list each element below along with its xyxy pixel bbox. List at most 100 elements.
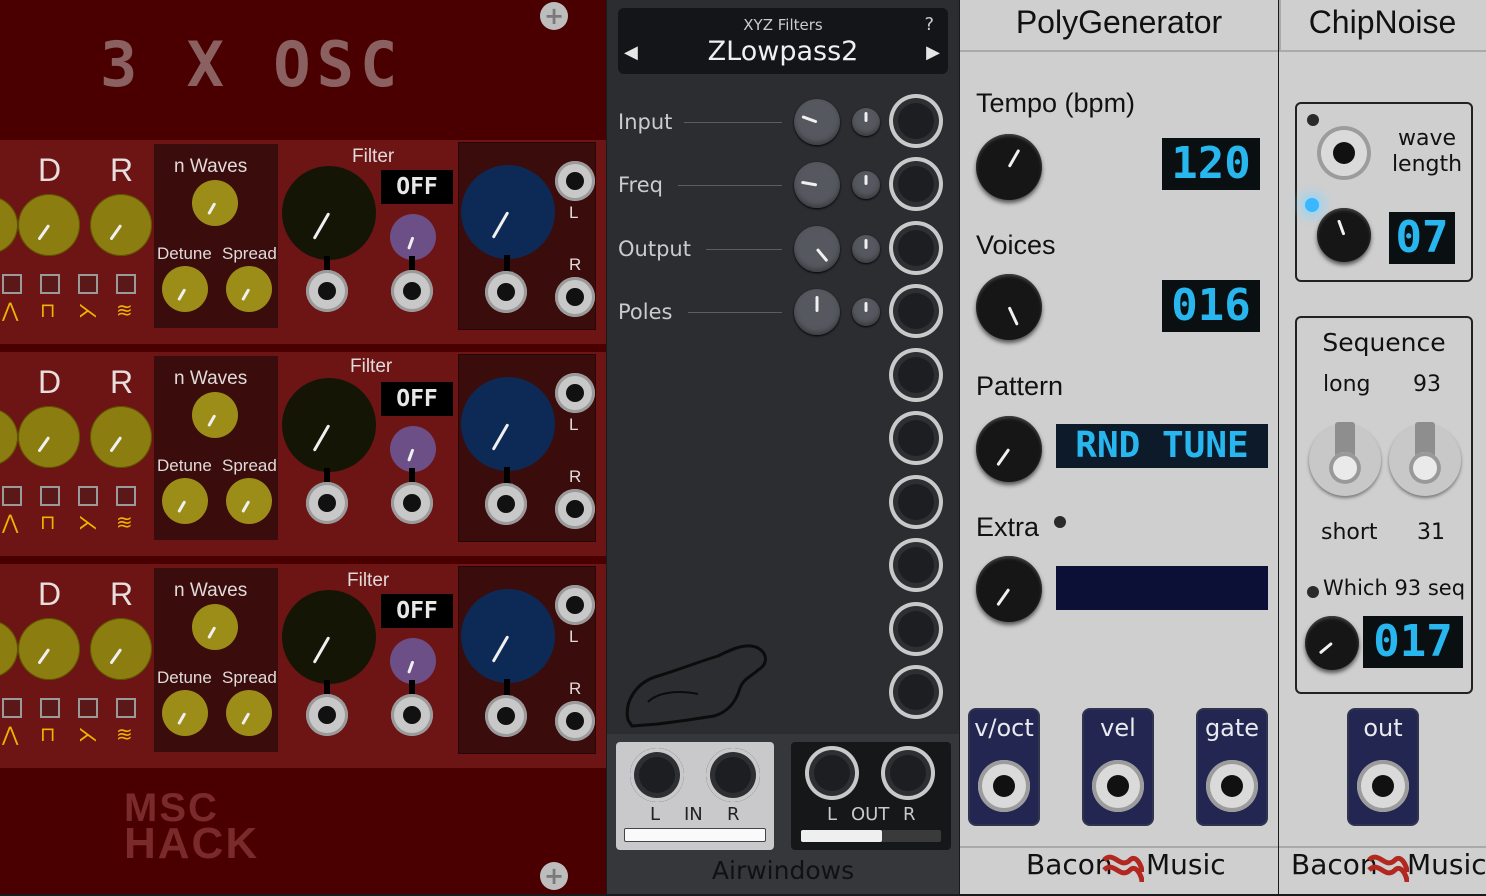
spread-knob[interactable] — [226, 478, 272, 524]
help-icon[interactable]: ? — [924, 14, 934, 35]
wave-toggle-4[interactable] — [116, 698, 136, 718]
freq-attenuator[interactable] — [852, 171, 880, 199]
decay-knob[interactable] — [18, 618, 80, 680]
attack-knob[interactable] — [0, 196, 18, 254]
freq-knob[interactable] — [794, 162, 840, 208]
left-output-jack[interactable] — [805, 746, 859, 800]
wave-toggle-4[interactable] — [116, 274, 136, 294]
extra-cv-jack[interactable] — [889, 475, 943, 529]
filter-resonance-knob[interactable] — [390, 426, 436, 472]
filter-toggle-button[interactable]: OFF — [381, 594, 453, 628]
filter-cv-jack[interactable] — [306, 482, 348, 524]
level-cv-jack[interactable] — [485, 695, 527, 737]
wave-toggle-1[interactable] — [2, 698, 22, 718]
level-knob[interactable] — [461, 377, 555, 471]
voices-knob[interactable] — [976, 274, 1042, 340]
filter-cutoff-knob[interactable] — [282, 590, 376, 684]
spread-knob[interactable] — [226, 266, 272, 312]
gate-output-jack[interactable] — [1206, 760, 1258, 812]
attack-knob[interactable] — [0, 408, 18, 466]
release-knob[interactable] — [90, 406, 152, 468]
extra-cv-jack[interactable] — [889, 538, 943, 592]
filter-toggle-button[interactable]: OFF — [381, 382, 453, 416]
left-input-jack[interactable] — [630, 748, 684, 802]
resonance-cv-jack[interactable] — [391, 270, 433, 312]
output-attenuator[interactable] — [852, 235, 880, 263]
spread-label: Spread — [222, 668, 277, 687]
filter-cutoff-knob[interactable] — [282, 378, 376, 472]
wave-toggle-2[interactable] — [40, 274, 60, 294]
attack-knob[interactable] — [0, 620, 18, 678]
poles-knob[interactable] — [794, 289, 840, 335]
input-attenuator[interactable] — [852, 108, 880, 136]
level-knob[interactable] — [461, 165, 555, 259]
extra-cv-jack[interactable] — [889, 348, 943, 402]
output-cv-jack[interactable] — [889, 221, 943, 275]
extra-knob[interactable] — [976, 556, 1042, 622]
left-output-jack[interactable] — [555, 373, 595, 413]
wave-toggle-3[interactable] — [78, 698, 98, 718]
right-output-jack[interactable] — [881, 746, 935, 800]
wave-toggle-2[interactable] — [40, 486, 60, 506]
nwaves-knob[interactable] — [192, 392, 238, 438]
pattern-knob[interactable] — [976, 416, 1042, 482]
level-knob[interactable] — [461, 589, 555, 683]
poles-attenuator[interactable] — [852, 298, 880, 326]
detune-knob[interactable] — [162, 690, 208, 736]
level-cv-jack[interactable] — [485, 271, 527, 313]
detune-knob[interactable] — [162, 266, 208, 312]
resonance-cv-jack[interactable] — [391, 482, 433, 524]
velocity-output-jack[interactable] — [1092, 760, 1144, 812]
right-output-jack[interactable] — [555, 489, 595, 529]
level-cv-jack[interactable] — [485, 483, 527, 525]
freq-cv-jack[interactable] — [889, 157, 943, 211]
wave-toggle-3[interactable] — [78, 274, 98, 294]
release-knob[interactable] — [90, 618, 152, 680]
filter-resonance-knob[interactable] — [390, 638, 436, 684]
plugin-selector[interactable]: XYZ Filters ? ◀ ZLowpass2 ▶ — [618, 8, 948, 74]
wave-toggle-4[interactable] — [116, 486, 136, 506]
ninety-three-label: 93 — [1413, 372, 1441, 397]
spread-knob[interactable] — [226, 690, 272, 736]
resonance-cv-jack[interactable] — [391, 694, 433, 736]
input-knob[interactable] — [794, 99, 840, 145]
next-plugin-icon[interactable]: ▶ — [926, 42, 940, 63]
chipnoise-panel: ChipNoise wave length 07 Sequence long 9… — [1279, 0, 1486, 894]
voct-output-jack[interactable] — [978, 760, 1030, 812]
noise-output-jack[interactable] — [1357, 760, 1409, 812]
decay-knob[interactable] — [18, 406, 80, 468]
wave-toggle-1[interactable] — [2, 486, 22, 506]
mode-toggle-switch[interactable] — [1389, 422, 1461, 496]
tempo-knob[interactable] — [976, 134, 1042, 200]
poles-cv-jack[interactable] — [889, 284, 943, 338]
extra-cv-jack[interactable] — [889, 665, 943, 719]
left-output-jack[interactable] — [555, 161, 595, 201]
wave-active-led — [1305, 198, 1319, 212]
detune-knob[interactable] — [162, 478, 208, 524]
nwaves-knob[interactable] — [192, 604, 238, 650]
extra-cv-jack[interactable] — [889, 602, 943, 656]
wave-toggle-3[interactable] — [78, 486, 98, 506]
left-output-jack[interactable] — [555, 585, 595, 625]
screw-icon: + — [540, 862, 568, 890]
decay-knob[interactable] — [18, 194, 80, 256]
filter-cutoff-knob[interactable] — [282, 166, 376, 260]
wave-length-cv-jack[interactable] — [1317, 126, 1371, 180]
right-output-jack[interactable] — [555, 277, 595, 317]
nwaves-knob[interactable] — [192, 180, 238, 226]
filter-toggle-button[interactable]: OFF — [381, 170, 453, 204]
filter-cv-jack[interactable] — [306, 270, 348, 312]
filter-cv-jack[interactable] — [306, 694, 348, 736]
output-knob[interactable] — [794, 226, 840, 272]
wave-toggle-2[interactable] — [40, 698, 60, 718]
extra-cv-jack[interactable] — [889, 411, 943, 465]
length-toggle-switch[interactable] — [1309, 422, 1381, 496]
input-cv-jack[interactable] — [889, 94, 943, 148]
which-seq-knob[interactable] — [1305, 616, 1359, 670]
right-output-jack[interactable] — [555, 701, 595, 741]
right-input-jack[interactable] — [706, 748, 760, 802]
wave-length-knob[interactable] — [1317, 208, 1371, 262]
filter-resonance-knob[interactable] — [390, 214, 436, 260]
wave-toggle-1[interactable] — [2, 274, 22, 294]
release-knob[interactable] — [90, 194, 152, 256]
